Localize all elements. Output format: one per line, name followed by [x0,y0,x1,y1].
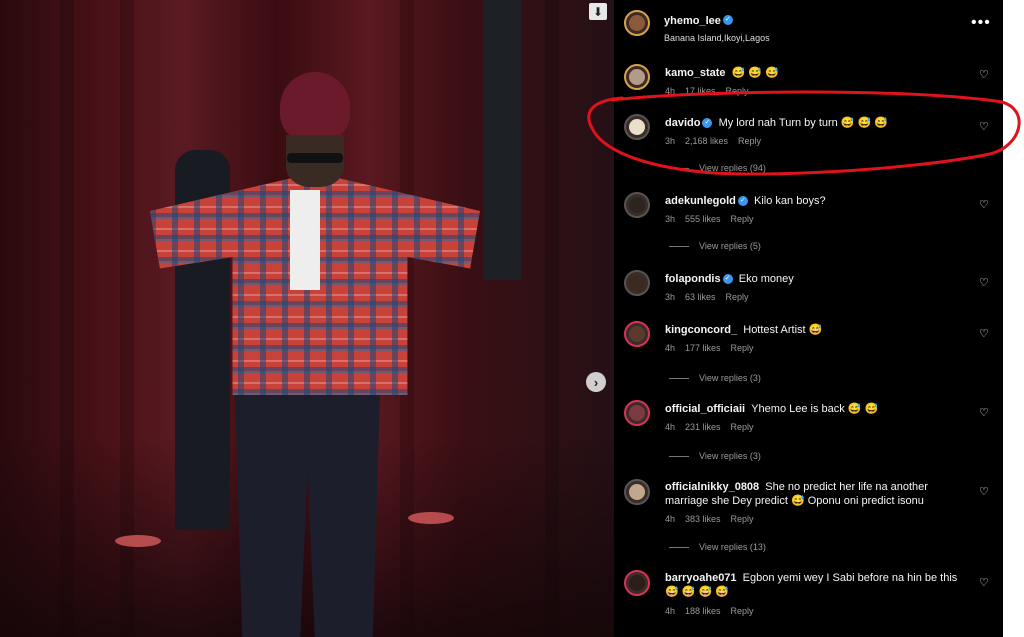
avatar[interactable] [624,400,650,426]
comment-time: 4h [665,343,676,353]
reply-button[interactable]: Reply [731,343,754,353]
comment-likes[interactable]: 177 likes [685,343,721,353]
comment-likes[interactable]: 63 likes [685,292,716,302]
comment-body: kingconcord_ Hottest Artist 😅 [665,323,965,337]
view-replies-button[interactable]: View replies (3) [669,451,761,461]
floor-reflection [115,535,161,547]
comment-username[interactable]: kamo_state [665,67,726,79]
comment-meta: 4h 177 likes Reply [665,343,764,353]
heart-icon[interactable]: ♡ [979,576,989,589]
comment-username[interactable]: official_officiaii [665,403,745,415]
comment-meta: 4h 188 likes Reply [665,606,764,616]
comment-time: 4h [665,422,676,432]
download-arrow-icon[interactable]: ⬇ [589,3,607,20]
white-tee [290,190,320,290]
comment-body: official_officiaii Yhemo Lee is back 😅 😅 [665,402,965,416]
more-options-icon[interactable]: ••• [971,14,991,32]
reply-button[interactable]: Reply [731,514,754,524]
reply-button[interactable]: Reply [726,292,749,302]
comment-meta: 4h 383 likes Reply [665,514,764,524]
comment-username[interactable]: officialnikky_0808 [665,481,759,493]
heart-icon[interactable]: ♡ [979,406,989,419]
comment-body: barryoahe071 Egbon yemi wey I Sabi befor… [665,571,965,599]
comment-text: 😅 😅 😅 [731,67,779,79]
view-replies-button[interactable]: View replies (13) [669,542,766,552]
comment-username[interactable]: barryoahe071 [665,572,737,584]
reply-button[interactable]: Reply [731,422,754,432]
sunglasses [287,153,343,163]
comment-likes[interactable]: 383 likes [685,514,721,524]
comment-username[interactable]: adekunlegold [665,195,736,207]
comment-meta: 3h 63 likes Reply [665,292,759,302]
avatar[interactable] [624,64,650,90]
heart-icon[interactable]: ♡ [979,485,989,498]
comment-body: folapondis ✓ Eko money [665,272,965,286]
comment-text: Eko money [738,273,794,285]
avatar[interactable] [624,570,650,596]
chevron-right-icon[interactable]: › [586,372,606,392]
highlight-annotation [587,90,1021,176]
verified-badge-icon: ✓ [722,274,733,285]
heart-icon[interactable]: ♡ [979,276,989,289]
comment-meta: 3h 555 likes Reply [665,214,764,224]
avatar[interactable] [624,321,650,347]
doorway [483,0,521,280]
heart-icon[interactable]: ♡ [979,327,989,340]
comment-text: Kilo kan boys? [754,195,826,207]
view-replies-button[interactable]: View replies (3) [669,373,761,383]
comment-time: 3h [665,292,676,302]
post-location[interactable]: Banana Island,Ikoyi,Lagos [664,33,770,43]
reply-button[interactable]: Reply [731,214,754,224]
verified-badge-icon: ✓ [722,14,733,25]
post-photo: ⬇ › [0,0,614,637]
post-header: yhemo_lee ✓ Banana Island,Ikoyi,Lagos ••• [614,0,1003,50]
comment-likes[interactable]: 188 likes [685,606,721,616]
comment-username[interactable]: kingconcord_ [665,324,737,336]
avatar[interactable] [624,270,650,296]
author-avatar[interactable] [624,10,650,36]
comment-meta: 4h 231 likes Reply [665,422,764,432]
comment-time: 4h [665,606,676,616]
avatar[interactable] [624,192,650,218]
heart-icon[interactable]: ♡ [979,68,989,81]
comment-time: 4h [665,514,676,524]
comment-body: officialnikky_0808 She no predict her li… [665,480,965,508]
beanie [280,72,350,142]
comment-likes[interactable]: 231 likes [685,422,721,432]
comment-text: Yhemo Lee is back 😅 😅 [751,403,879,415]
author-username[interactable]: yhemo_lee [664,15,721,27]
reply-button[interactable]: Reply [731,606,754,616]
heart-icon[interactable]: ♡ [979,198,989,211]
comment-body: kamo_state 😅 😅 😅 [665,66,965,80]
comment-time: 3h [665,214,676,224]
view-replies-button[interactable]: View replies (5) [669,241,761,251]
avatar[interactable] [624,479,650,505]
comment-username[interactable]: folapondis [665,273,721,285]
verified-badge-icon: ✓ [737,196,748,207]
comment-body: adekunlegold ✓ Kilo kan boys? [665,194,965,208]
floor-reflection [408,512,454,524]
comment-likes[interactable]: 555 likes [685,214,721,224]
comment-text: Hottest Artist 😅 [743,324,823,336]
